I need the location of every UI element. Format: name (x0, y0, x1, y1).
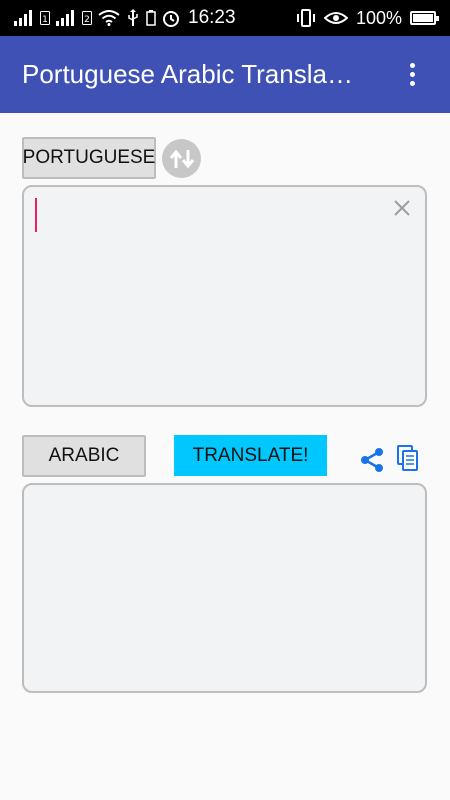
eye-icon (323, 12, 348, 24)
vibrate-icon (296, 9, 315, 27)
status-bar: 1 2 16:23 100% (0, 0, 450, 36)
more-options-button[interactable] (394, 53, 430, 97)
translate-button[interactable]: TRANSLATE! (174, 435, 327, 476)
status-icons-left: 1 2 16:23 (14, 7, 296, 29)
app-title: Portuguese Arabic Transla… (22, 59, 353, 89)
status-icons-right: 100% (296, 8, 440, 29)
close-icon[interactable] (391, 197, 413, 219)
text-cursor (35, 198, 37, 232)
share-button[interactable] (358, 446, 386, 474)
app-bar: Portuguese Arabic Transla… (0, 36, 450, 113)
sim-1-icon: 1 (40, 11, 50, 25)
source-text-input[interactable] (22, 185, 427, 407)
copy-icon (397, 445, 418, 471)
source-language-button[interactable]: PORTUGUESE (22, 137, 156, 179)
status-time: 16:23 (188, 7, 236, 28)
svg-text:1: 1 (42, 15, 48, 25)
signal-icon (14, 10, 32, 26)
more-vert-icon (409, 63, 415, 68)
signal-2-icon (56, 10, 74, 26)
sim-2-icon: 2 (82, 11, 92, 25)
target-language-button[interactable]: ARABIC (22, 435, 146, 477)
usb-icon (128, 9, 138, 26)
battery-percent: 100% (355, 7, 402, 28)
translation-output[interactable] (22, 483, 427, 693)
battery-icon (410, 11, 439, 25)
battery-saver-icon (146, 10, 156, 26)
swap-languages-button[interactable] (162, 139, 201, 178)
alarm-icon (163, 11, 179, 27)
swap-arrows-icon (169, 149, 194, 168)
svg-text:2: 2 (84, 15, 90, 25)
share-icon (361, 448, 383, 472)
copy-button[interactable] (394, 444, 422, 472)
wifi-icon (98, 10, 120, 26)
